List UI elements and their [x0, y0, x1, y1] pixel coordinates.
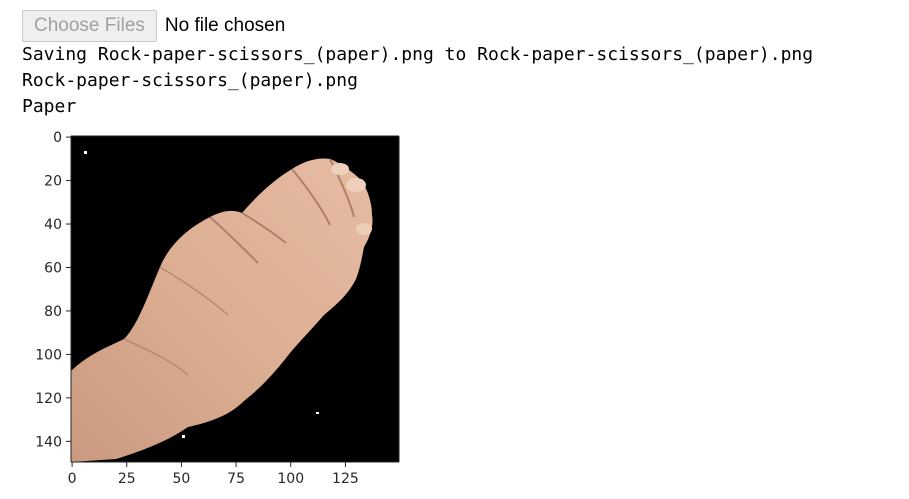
- output-saving-line: Saving Rock-paper-scissors_(paper).png t…: [22, 44, 814, 65]
- y-tick-label: 100: [35, 347, 62, 363]
- x-tick-label: 125: [332, 471, 359, 487]
- y-tick-label: 120: [35, 391, 62, 407]
- output-prediction-line: Paper: [22, 96, 77, 117]
- file-upload-widget: Choose Files No file chosen: [22, 10, 285, 42]
- file-status-text: No file chosen: [164, 15, 286, 36]
- y-tick-label: 20: [44, 174, 62, 190]
- x-tick-label: 100: [277, 471, 304, 487]
- x-tick-label: 0: [68, 471, 77, 487]
- y-tick-label: 140: [35, 434, 62, 450]
- output-filename-line: Rock-paper-scissors_(paper).png: [22, 70, 358, 91]
- x-tick-label: 50: [173, 471, 191, 487]
- y-tick-label: 40: [44, 217, 62, 233]
- x-axis-ticks: 0 25 50 75 100 125: [68, 462, 359, 487]
- y-axis-ticks: 0 20 40 60 80 100 120 140: [35, 130, 71, 450]
- y-tick-label: 60: [44, 260, 62, 276]
- image-plot: 0 20 40 60 80 100 120 140 0 25 50 75 100 125: [35, 130, 400, 487]
- y-tick-label: 0: [53, 130, 62, 146]
- x-tick-label: 25: [118, 471, 136, 487]
- y-tick-label: 80: [44, 304, 62, 320]
- x-tick-label: 75: [227, 471, 245, 487]
- choose-files-button[interactable]: Choose Files: [22, 10, 157, 42]
